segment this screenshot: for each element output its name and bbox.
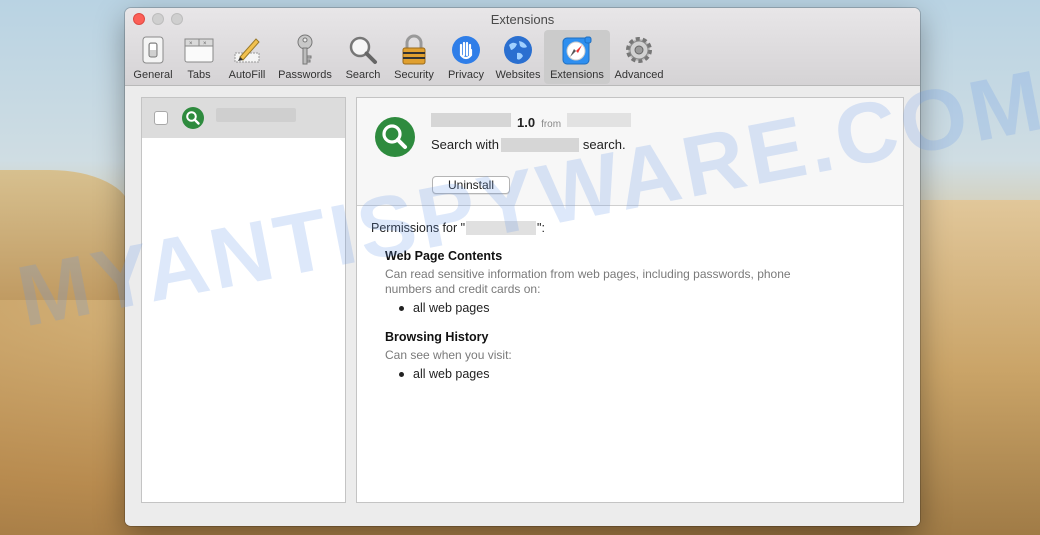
svg-text:×: × bbox=[203, 41, 207, 47]
tabs-window-icon: × × bbox=[183, 34, 215, 66]
bullet-icon bbox=[399, 305, 404, 311]
extension-header: 1.0 from Search with search. Uninstall bbox=[357, 98, 903, 206]
globe-icon bbox=[502, 34, 534, 66]
tab-security[interactable]: Security bbox=[388, 30, 440, 84]
tab-extensions[interactable]: Extensions bbox=[544, 30, 610, 84]
list-item: all web pages bbox=[399, 301, 489, 315]
tab-advanced[interactable]: Advanced bbox=[610, 30, 668, 84]
general-switch-icon bbox=[137, 34, 169, 66]
svg-text:×: × bbox=[189, 41, 193, 47]
extensions-pane: 1.0 from Search with search. Uninstall P… bbox=[125, 87, 920, 526]
developer-name-redacted bbox=[567, 113, 632, 127]
permission-desc-web-contents: Can read sensitive information from web … bbox=[385, 267, 791, 296]
window-title: Extensions bbox=[490, 12, 555, 27]
titlebar: Extensions General × × Tabs AutoFill Pas… bbox=[125, 8, 920, 86]
hand-icon bbox=[450, 34, 482, 66]
extension-name-redacted bbox=[431, 113, 511, 127]
preferences-toolbar: General × × Tabs AutoFill Passwords Sear… bbox=[130, 30, 668, 84]
extension-search-icon bbox=[375, 117, 415, 157]
search-provider-redacted bbox=[500, 137, 579, 152]
padlock-icon bbox=[398, 34, 430, 66]
key-icon bbox=[289, 34, 321, 66]
tab-websites[interactable]: Websites bbox=[492, 30, 544, 84]
extension-search-icon bbox=[182, 107, 204, 129]
pencil-form-icon bbox=[231, 34, 263, 66]
tab-tabs[interactable]: × × Tabs bbox=[176, 30, 222, 84]
from-label: from bbox=[541, 119, 562, 130]
bullet-icon bbox=[399, 371, 404, 377]
magnifier-icon bbox=[347, 34, 379, 66]
list-item: all web pages bbox=[399, 367, 489, 381]
permission-title-web-contents: Web Page Contents bbox=[385, 249, 503, 263]
tab-search[interactable]: Search bbox=[338, 30, 388, 84]
permission-desc-browsing-history: Can see when you visit: bbox=[385, 348, 512, 362]
extensions-list bbox=[141, 97, 346, 503]
tab-privacy[interactable]: Privacy bbox=[440, 30, 492, 84]
tab-passwords[interactable]: Passwords bbox=[272, 30, 338, 84]
uninstall-button[interactable]: Uninstall bbox=[432, 176, 510, 194]
gear-icon bbox=[623, 34, 655, 66]
safari-preferences-window: Extensions General × × Tabs AutoFill Pas… bbox=[125, 8, 920, 526]
tab-general[interactable]: General bbox=[130, 30, 176, 84]
permissions-header: Permissions for " ": bbox=[371, 221, 545, 235]
extension-description: Search with search. bbox=[431, 137, 626, 152]
enable-extension-checkbox[interactable] bbox=[154, 111, 168, 125]
tab-autofill[interactable]: AutoFill bbox=[222, 30, 272, 84]
compass-puzzle-icon bbox=[561, 34, 593, 66]
extension-name-redacted bbox=[466, 221, 537, 235]
permission-title-browsing-history: Browsing History bbox=[385, 330, 489, 344]
extension-version: 1.0 bbox=[517, 115, 536, 130]
extension-name-redacted bbox=[216, 108, 296, 122]
extension-details: 1.0 from Search with search. Uninstall P… bbox=[356, 97, 904, 503]
extension-title-line: 1.0 from bbox=[431, 113, 632, 130]
list-item[interactable] bbox=[142, 98, 345, 138]
